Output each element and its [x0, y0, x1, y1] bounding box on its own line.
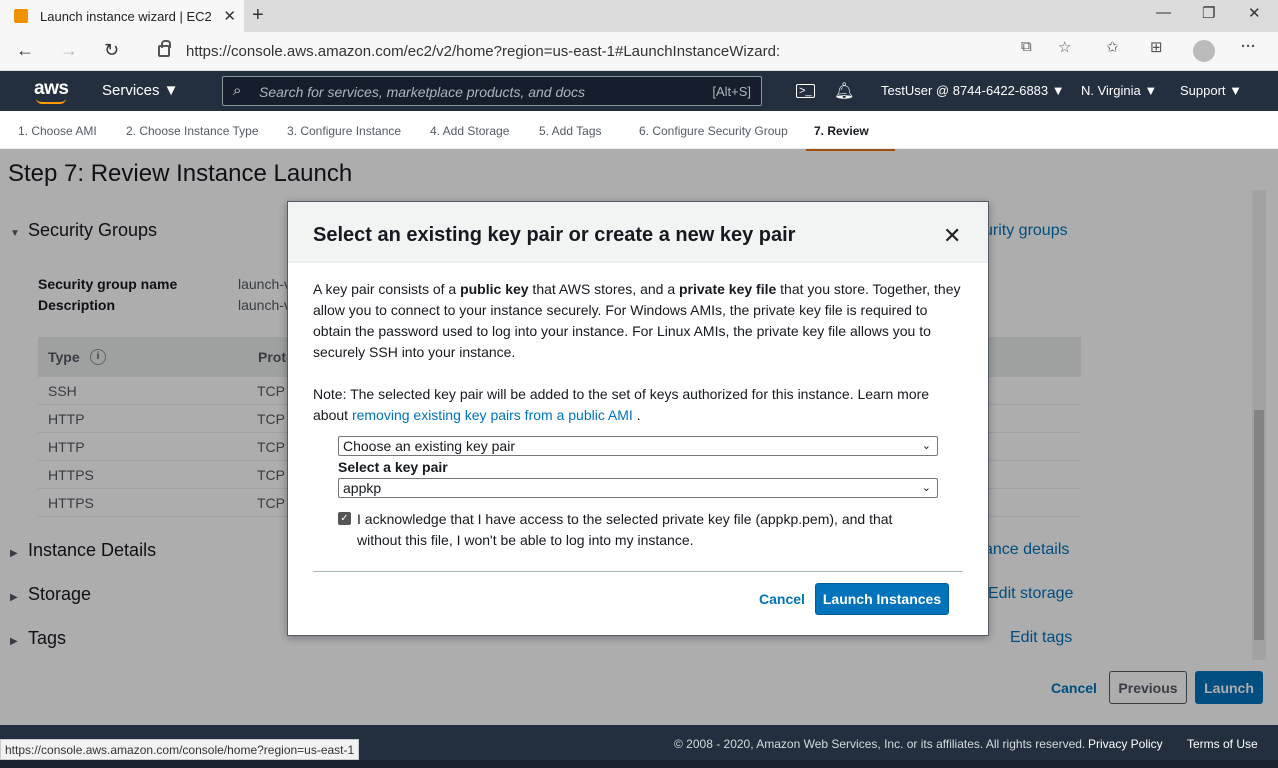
acknowledge-checkbox[interactable]: ✓: [338, 512, 351, 525]
status-url: https://console.aws.amazon.com/console/h…: [0, 739, 360, 760]
region-menu[interactable]: N. Virginia ▼: [1081, 83, 1157, 98]
dialog-intro: A key pair consists of a public key that…: [313, 279, 963, 363]
search-input[interactable]: ⌕ Search for services, marketplace produ…: [222, 76, 762, 106]
key-pair-option-value: Choose an existing key pair: [343, 438, 515, 454]
close-tab-icon[interactable]: ✕: [223, 7, 236, 25]
select-key-pair-label: Select a key pair: [338, 459, 448, 475]
minimize-icon[interactable]: —: [1156, 4, 1171, 21]
wizard-steps: 1. Choose AMI 2. Choose Instance Type 3.…: [0, 111, 1278, 151]
cloudshell-icon[interactable]: >_: [796, 84, 815, 98]
dialog-divider: [313, 571, 963, 572]
search-placeholder: Search for services, marketplace product…: [259, 84, 586, 100]
chevron-down-icon: ⌄: [921, 440, 931, 452]
note-end: .: [632, 407, 641, 423]
tab-add-storage[interactable]: 4. Add Storage: [430, 124, 509, 149]
services-menu[interactable]: Services ▼: [102, 82, 179, 99]
url-text[interactable]: https://console.aws.amazon.com/ec2/v2/ho…: [186, 43, 780, 60]
notifications-bell-icon[interactable]: 🔔︎: [834, 81, 854, 101]
aws-logo-smile-icon: [36, 98, 66, 104]
browser-tab[interactable]: Launch instance wizard | EC2 Ma ✕: [0, 0, 244, 32]
search-shortcut: [Alt+S]: [712, 84, 751, 99]
terms-of-use-link[interactable]: Terms of Use: [1187, 737, 1258, 751]
key-pair-dialog: Select an existing key pair or create a …: [287, 201, 989, 636]
taskbar: [0, 760, 1278, 768]
dialog-header: Select an existing key pair or create a …: [288, 202, 988, 263]
support-menu[interactable]: Support ▼: [1180, 83, 1242, 98]
dialog-title: Select an existing key pair or create a …: [313, 224, 796, 246]
intro-public-key: public key: [460, 281, 529, 297]
tab-configure-instance[interactable]: 3. Configure Instance: [287, 124, 401, 149]
intro-text: A key pair consists of a: [313, 281, 461, 297]
browser-navbar: ← → ↻ https://console.aws.amazon.com/ec2…: [0, 32, 1278, 71]
intro-private-key: private key file: [679, 281, 777, 297]
tab-choose-ami[interactable]: 1. Choose AMI: [18, 124, 97, 149]
close-window-icon[interactable]: ✕: [1248, 4, 1261, 22]
privacy-policy-link[interactable]: Privacy Policy: [1088, 737, 1163, 751]
removing-key-pairs-link[interactable]: removing existing key pairs from a publi…: [352, 407, 633, 423]
launch-instances-button[interactable]: Launch Instances: [815, 583, 949, 615]
more-menu-icon[interactable]: ···: [1241, 38, 1256, 55]
tab-configure-security-group[interactable]: 6. Configure Security Group: [639, 124, 788, 149]
new-tab-icon[interactable]: +: [252, 4, 264, 27]
close-icon[interactable]: ✕: [943, 223, 961, 249]
chevron-down-icon: ⌄: [921, 482, 931, 494]
dialog-cancel-button[interactable]: Cancel: [759, 591, 805, 607]
back-icon[interactable]: ←: [16, 40, 34, 61]
tab-title: Launch instance wizard | EC2 Ma: [40, 8, 212, 24]
tab-review[interactable]: 7. Review: [806, 124, 895, 151]
key-pair-select[interactable]: appkp ⌄: [338, 478, 938, 498]
aws-navbar: aws Services ▼ ⌕ Search for services, ma…: [0, 71, 1278, 111]
tab-add-tags[interactable]: 5. Add Tags: [539, 124, 602, 149]
intro-text: that AWS stores, and a: [528, 281, 679, 297]
browser-tabbar: Launch instance wizard | EC2 Ma ✕ + — ❐ …: [0, 0, 1278, 32]
search-icon: ⌕: [233, 82, 242, 99]
key-pair-option-select[interactable]: Choose an existing key pair ⌄: [338, 436, 938, 456]
forward-icon[interactable]: →: [60, 40, 78, 61]
collections-icon[interactable]: ⊞: [1150, 38, 1163, 56]
favorites-icon[interactable]: ✩: [1106, 38, 1119, 56]
lock-icon: [158, 40, 171, 57]
key-pair-value: appkp: [343, 480, 382, 496]
profile-avatar[interactable]: [1193, 40, 1215, 62]
restore-icon[interactable]: ❐: [1202, 4, 1215, 22]
favorite-star-icon[interactable]: ☆: [1058, 38, 1071, 56]
aws-favicon-icon: [14, 9, 28, 23]
account-menu[interactable]: TestUser @ 8744-6422-6883 ▼: [881, 83, 1065, 98]
refresh-icon[interactable]: ↻: [104, 40, 119, 61]
dialog-note: Note: The selected key pair will be adde…: [313, 384, 963, 426]
aws-logo[interactable]: aws: [34, 78, 69, 100]
acknowledge-checkbox-row: ✓ I acknowledge that I have access to th…: [338, 509, 928, 551]
acknowledge-label[interactable]: I acknowledge that I have access to the …: [357, 511, 892, 548]
address-bar[interactable]: https://console.aws.amazon.com/ec2/v2/ho…: [142, 36, 1090, 66]
copyright-text: © 2008 - 2020, Amazon Web Services, Inc.…: [674, 737, 1086, 751]
translate-icon[interactable]: ⧉: [1021, 38, 1032, 55]
tab-choose-instance-type[interactable]: 2. Choose Instance Type: [126, 124, 259, 149]
